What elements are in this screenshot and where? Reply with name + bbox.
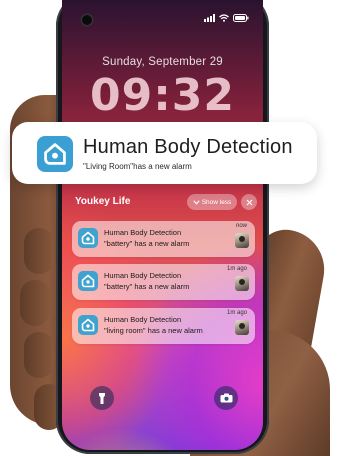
front-camera (82, 15, 92, 25)
notification-thumbnail (235, 233, 249, 248)
notification-time: 1m ago (226, 310, 247, 316)
notification-time: now (235, 223, 247, 229)
notification-card[interactable]: Human Body Detection "battery" has a new… (72, 221, 255, 257)
notification-time: 1m ago (226, 266, 247, 272)
app-icon (78, 228, 98, 248)
notification-body: "battery" has a new alarm (104, 239, 190, 248)
photo-scene: Sunday, September 29 09:32 Youkey Life S… (0, 0, 339, 456)
banner-app-icon (37, 136, 73, 172)
status-icons (204, 14, 249, 22)
notification-thumbnail (235, 320, 249, 335)
notification-thumbnail (235, 276, 249, 291)
status-bar (62, 14, 263, 28)
notification-title: Human Body Detection (104, 315, 182, 324)
lock-screen-date: Sunday, September 29 (102, 56, 223, 68)
alarm-banner[interactable]: Human Body Detection "Living Room"has a … (12, 122, 317, 184)
cellular-signal-icon (204, 14, 215, 22)
app-name: Youkey Life (75, 196, 131, 207)
notification-card[interactable]: Human Body Detection "battery" has a new… (72, 264, 255, 300)
notification-body: "living room" has a new alarm (104, 326, 203, 335)
notification-title: Human Body Detection (104, 271, 182, 280)
finger-2 (20, 280, 50, 326)
camera-button[interactable] (214, 386, 238, 410)
chevron-down-icon (193, 199, 200, 205)
wifi-icon (219, 14, 229, 22)
finger-3 (24, 332, 54, 378)
notification-body: "battery" has a new alarm (104, 282, 190, 291)
show-less-button[interactable]: Show less (187, 194, 237, 210)
flashlight-icon (99, 392, 105, 404)
finger-1 (24, 228, 54, 274)
notification-card[interactable]: Human Body Detection "living room" has a… (72, 308, 255, 344)
home-detection-icon (44, 143, 66, 165)
notification-group-header: Youkey Life Show less (75, 194, 257, 212)
app-icon (78, 271, 98, 291)
camera-icon (220, 393, 232, 403)
notification-title: Human Body Detection (104, 228, 182, 237)
lock-screen-clock: 09:32 (89, 70, 236, 121)
home-detection-icon (81, 274, 95, 288)
lock-screen: Sunday, September 29 09:32 Youkey Life S… (62, 0, 263, 450)
clear-group-button[interactable] (241, 194, 257, 210)
home-detection-icon (81, 318, 95, 332)
battery-icon (233, 14, 249, 22)
banner-title: Human Body Detection (83, 136, 293, 158)
close-icon (246, 199, 252, 205)
banner-body: "Living Room"has a new alarm (83, 162, 192, 171)
app-icon (78, 315, 98, 335)
flashlight-button[interactable] (90, 386, 114, 410)
show-less-label: Show less (201, 198, 232, 206)
home-detection-icon (81, 231, 95, 245)
